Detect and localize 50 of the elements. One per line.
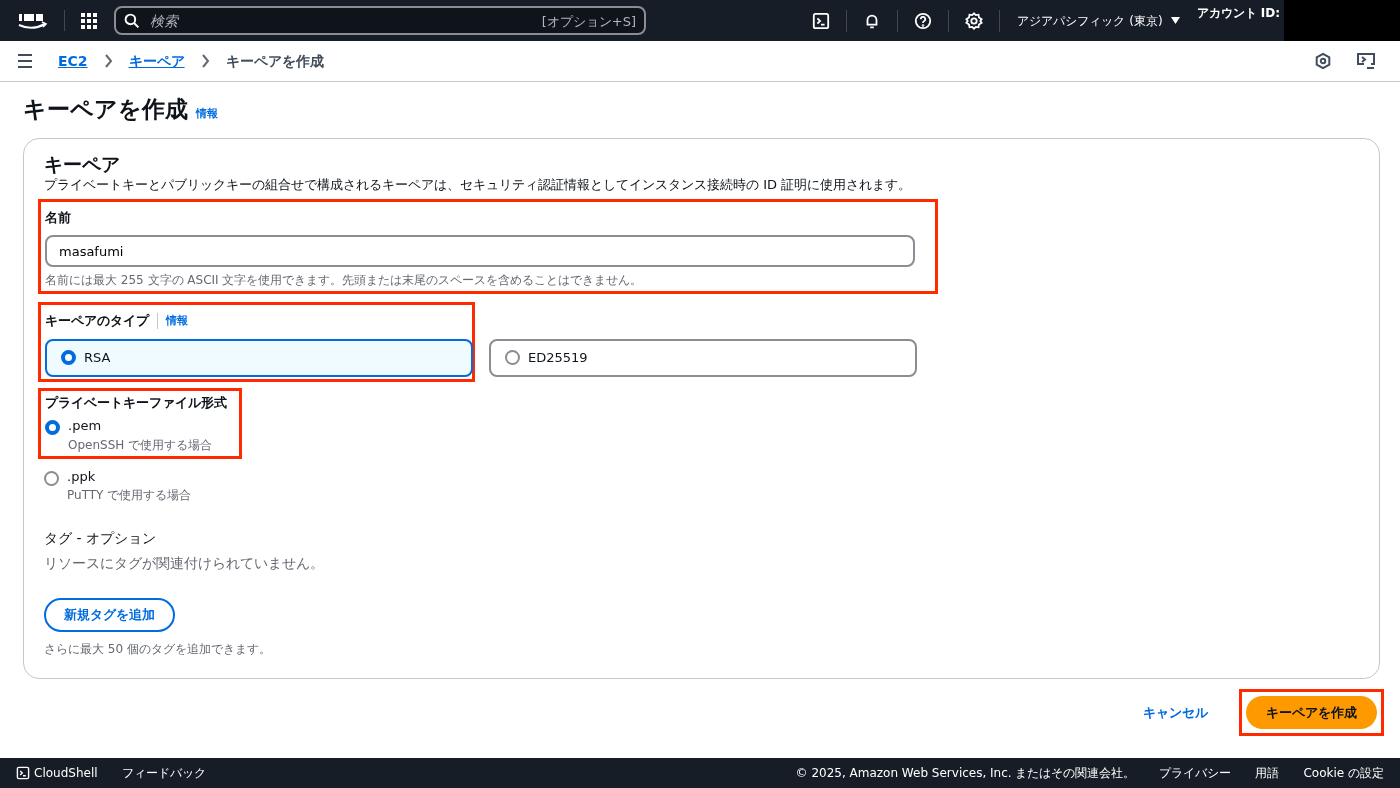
settings-icon[interactable] [965,11,984,30]
section-description: プライベートキーとパブリックキーの組合せで構成されるキーペアは、セキュリティ認証情報としてインスタンス接続時の ID 証明に使用されます。 [44,176,913,195]
option-description: PuTTY で使用する場合 [67,487,192,505]
info-link[interactable]: 情報 [196,106,218,123]
radio-button[interactable] [61,350,76,366]
breadcrumb-current: キーペアを作成 [225,51,324,71]
radio-tile[interactable]: ED25519 [489,338,917,377]
hexagon-icon[interactable] [1314,52,1332,70]
option-description: OpenSSH で使用する場合 [68,436,213,454]
radio-label: .ppk [67,467,97,486]
breadcrumb-link[interactable]: EC2 [58,50,88,72]
feedback-link[interactable]: フィードバック [121,764,206,782]
help-icon[interactable] [914,11,933,30]
chevron-right-icon [103,54,113,68]
radio-label: .pem [68,417,103,436]
section-title: キーペア [44,152,121,176]
info-link[interactable]: 情報 [157,312,188,330]
page-title: キーペアを作成 [23,96,188,124]
radio-button[interactable] [505,350,520,366]
add-tag-button[interactable]: 新規タグを追加 [44,598,175,632]
cancel-link[interactable]: キャンセル [1130,695,1221,730]
chevron-right-icon [200,54,210,68]
footer-link[interactable]: プライバシー [1159,764,1232,782]
create-key-pair-button[interactable]: キーペアを作成 [1246,695,1377,730]
field-label: 名前 [45,208,72,227]
field-hint: 名前には最大 255 文字の ASCII 文字を使用できます。先頭または末尾のスペースを含めることはできません。 [45,272,644,290]
footer-link[interactable]: Cookie の設定 [1303,764,1384,782]
shortcut-hint: [オプション+S] [541,13,636,31]
tags-title: タグ - オプション [44,529,157,549]
radio-button[interactable] [45,420,60,436]
field-label: プライベートキーファイル形式 [45,393,228,412]
copyright-text: © 2025, Amazon Web Services, Inc. またはその関連会社。 [795,765,1136,782]
empty-tags-text: リソースにタグが関連付けられていません。 [44,554,325,574]
terminal-icon [16,766,30,780]
caret-icon [1170,17,1180,24]
radio-button[interactable] [44,470,59,486]
screen-terminal-icon[interactable] [1356,52,1376,70]
search-icon [124,13,140,29]
menu-icon[interactable] [16,54,34,68]
cloudshell-link[interactable]: CloudShell [16,764,98,782]
tag-limit-text: さらに最大 50 個のタグを追加できます。 [44,640,272,658]
terminal-icon[interactable] [812,11,831,30]
field-label: キーペアのタイプ [45,312,149,331]
radio-tile[interactable]: RSA [45,338,473,377]
footer-link[interactable]: 用語 [1255,764,1280,782]
region-selector[interactable]: アジアパシフィック (東京) [1000,4,1197,37]
breadcrumb-link[interactable]: キーペア [128,50,185,72]
name-input-field[interactable]: masafumi [45,235,915,268]
apps-grid-icon[interactable] [81,12,98,30]
account-id-label: アカウント ID: [1196,5,1281,22]
